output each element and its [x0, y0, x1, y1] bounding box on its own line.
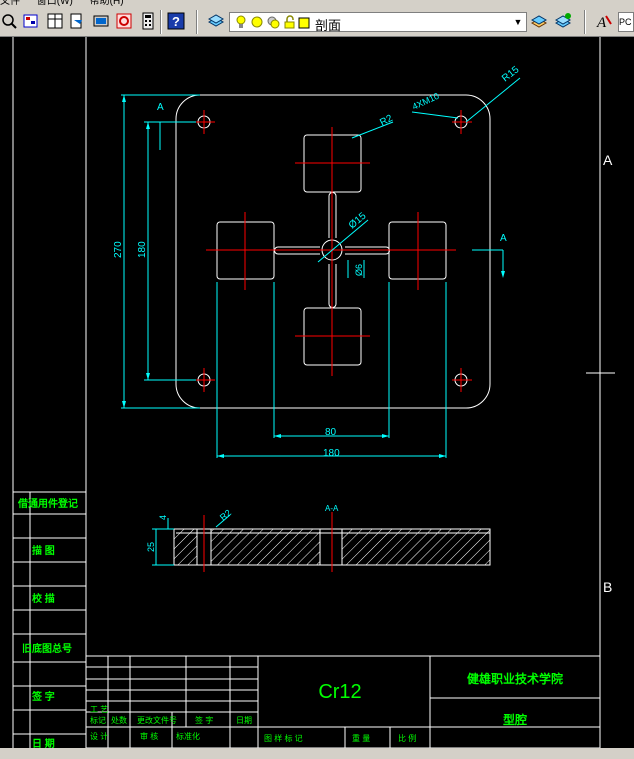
section-label-right: A: [500, 233, 507, 244]
layers-icon[interactable]: [207, 12, 225, 30]
part-name: 型腔: [503, 712, 527, 727]
panel-label-check: 校 描: [32, 592, 55, 605]
tb-label-standard: 标准化: [176, 731, 200, 741]
print-preview-icon[interactable]: [115, 12, 133, 30]
dim-80: 80: [325, 427, 337, 438]
zoom-icon[interactable]: [0, 12, 18, 30]
menu-bar: 文件 窗口(W) 帮助(H): [0, 0, 634, 7]
freeze-viewport-icon[interactable]: [266, 15, 280, 34]
drawing-canvas[interactable]: A B 借通用件登记 描 图 校 描 旧底图总号 签 字 日 期 Cr12 健雄…: [0, 37, 634, 748]
border-label-b: B: [603, 579, 612, 595]
standard-toolbar: ? 剖面 ▼ A PC: [0, 7, 634, 37]
tb-label-sign: 签 字: [195, 715, 213, 725]
panel-label-trace: 描 图: [32, 544, 55, 557]
tb-label-count: 处数: [111, 715, 127, 725]
tb-label-drawing-mark: 图 样 标 记: [264, 733, 303, 743]
sun-icon[interactable]: [250, 15, 264, 34]
lightbulb-icon[interactable]: [234, 15, 248, 34]
dim-4: 4: [158, 515, 168, 520]
tb-label-process: 工 艺: [90, 705, 108, 714]
panel-label-register: 借通用件登记: [17, 497, 78, 510]
dim-25: 25: [146, 542, 156, 552]
layer-dropdown[interactable]: 剖面 ▼: [229, 12, 527, 34]
help-icon[interactable]: ?: [167, 12, 185, 30]
toolbar-separator: [584, 10, 586, 34]
text-style-icon[interactable]: A: [595, 12, 613, 31]
border-label-a: A: [603, 152, 613, 168]
section-label-top: A: [157, 102, 164, 113]
tb-label-weight: 重 量: [352, 733, 370, 743]
chevron-down-icon[interactable]: ▼: [512, 15, 524, 29]
color-square-icon[interactable]: [298, 16, 310, 34]
menu-window[interactable]: 窗口(W): [37, 0, 73, 7]
calculator-icon[interactable]: [139, 12, 157, 30]
dim-180-vertical: 180: [137, 241, 148, 258]
tb-label-scale: 比 例: [398, 733, 416, 743]
document-icon[interactable]: [92, 12, 110, 30]
lock-icon[interactable]: [283, 15, 297, 34]
panel-label-sign: 签 字: [31, 690, 55, 703]
panel-label-old-number: 旧底图总号: [22, 642, 72, 655]
material-label: Cr12: [318, 681, 361, 703]
paste-icon[interactable]: [46, 12, 64, 30]
toolbar-separator: [196, 10, 198, 34]
layer-name-value: 剖面: [315, 18, 342, 33]
toolbar-separator: [160, 10, 162, 34]
svg-text:?: ?: [172, 14, 180, 29]
tb-label-change-doc: 更改文件号: [137, 715, 177, 725]
layer-manager-icon[interactable]: [22, 12, 40, 30]
layer-previous-icon[interactable]: [530, 12, 548, 30]
svg-text:A: A: [596, 15, 607, 30]
tb-label-date: 日期: [236, 716, 252, 725]
dim-270: 270: [113, 241, 124, 258]
tb-label-mark: 标记: [90, 715, 106, 725]
layer-state-icon[interactable]: [554, 12, 572, 30]
school-name: 健雄职业技术学院: [467, 671, 563, 686]
tb-label-review: 审 核: [140, 731, 158, 741]
dim-180-horizontal: 180: [323, 448, 340, 459]
menu-file[interactable]: 文件: [0, 0, 20, 7]
menu-help[interactable]: 帮助(H): [90, 0, 124, 7]
panel-label-date: 日 期: [32, 737, 55, 748]
section-title: A-A: [325, 504, 339, 513]
status-bar: [0, 748, 634, 759]
text-style-dropdown[interactable]: PC: [618, 12, 634, 32]
dim-d6: Ø6: [354, 264, 364, 276]
tb-label-design: 设 计: [90, 731, 108, 741]
match-prop-icon[interactable]: [68, 12, 86, 30]
